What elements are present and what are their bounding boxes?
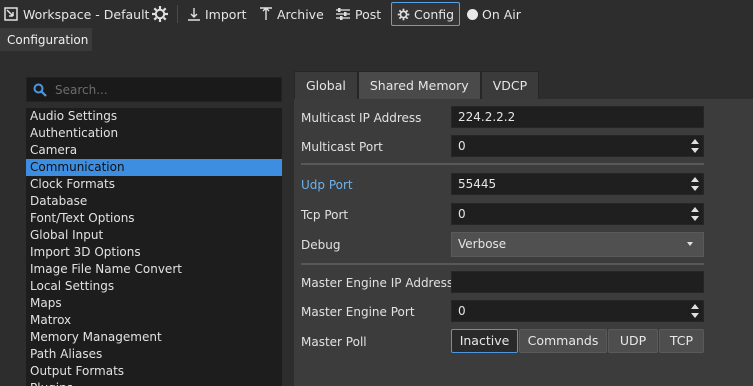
workspace-label: Workspace - Default bbox=[23, 6, 150, 22]
master-ip-label: Master Engine IP Address bbox=[301, 276, 454, 290]
multicast-ip-label: Multicast IP Address bbox=[301, 111, 422, 125]
main-toolbar: Workspace - Default Import Archive Post … bbox=[0, 0, 753, 28]
configuration-tab-label: Configuration bbox=[7, 32, 89, 47]
multicast-ip-value: 224.2.2.2 bbox=[458, 110, 516, 124]
post-button[interactable]: Post bbox=[335, 3, 381, 25]
category-item[interactable]: Image File Name Convert bbox=[26, 261, 282, 278]
category-item[interactable]: Clock Formats bbox=[26, 176, 282, 193]
master-poll-label: Master Poll bbox=[301, 335, 367, 349]
category-item[interactable]: Local Settings bbox=[26, 278, 282, 295]
debug-label: Debug bbox=[301, 238, 341, 252]
gear-icon bbox=[397, 8, 410, 21]
spin-arrows-icon[interactable] bbox=[691, 177, 699, 191]
category-item[interactable]: Plugins bbox=[26, 380, 282, 386]
multicast-port-spinbox[interactable]: 0 bbox=[451, 135, 704, 157]
archive-label: Archive bbox=[277, 6, 324, 22]
spin-arrows-icon[interactable] bbox=[691, 207, 699, 221]
archive-button[interactable]: Archive bbox=[259, 3, 324, 25]
workspace-button[interactable]: Workspace - Default bbox=[3, 3, 149, 25]
tcp-port-value: 0 bbox=[458, 207, 466, 221]
category-item[interactable]: Font/Text Options bbox=[26, 210, 282, 227]
config-label: Config bbox=[414, 6, 455, 22]
poll-commands-button[interactable]: Commands bbox=[519, 329, 607, 353]
multicast-port-value: 0 bbox=[458, 139, 466, 153]
shared-memory-panel: Multicast IP Address 224.2.2.2 Multicast… bbox=[294, 99, 753, 386]
import-button[interactable]: Import bbox=[187, 3, 247, 25]
master-port-label: Master Engine Port bbox=[301, 305, 415, 319]
tab-global[interactable]: Global bbox=[294, 71, 358, 99]
poll-udp-button[interactable]: UDP bbox=[608, 329, 658, 353]
poll-inactive-button[interactable]: Inactive bbox=[451, 329, 518, 353]
category-item[interactable]: Communication bbox=[26, 159, 282, 176]
settings-button[interactable] bbox=[151, 3, 169, 25]
udp-port-spinbox[interactable]: 55445 bbox=[451, 173, 704, 195]
post-label: Post bbox=[355, 6, 382, 22]
master-port-spinbox[interactable]: 0 bbox=[451, 300, 704, 322]
category-item[interactable]: Database bbox=[26, 193, 282, 210]
tab-vdcp[interactable]: VDCP bbox=[480, 71, 540, 99]
spin-arrows-icon[interactable] bbox=[691, 304, 699, 318]
tcp-port-label: Tcp Port bbox=[301, 208, 349, 222]
poll-tcp-button[interactable]: TCP bbox=[659, 329, 704, 353]
category-item[interactable]: Audio Settings bbox=[26, 108, 282, 125]
udp-port-value: 55445 bbox=[458, 177, 497, 191]
chevron-down-icon bbox=[687, 242, 693, 246]
category-item[interactable]: Memory Management bbox=[26, 329, 282, 346]
master-port-value: 0 bbox=[458, 304, 466, 318]
config-button[interactable]: Config bbox=[391, 2, 461, 26]
master-ip-field[interactable] bbox=[451, 271, 704, 293]
category-item[interactable]: Matrox bbox=[26, 312, 282, 329]
gear-icon bbox=[151, 5, 169, 23]
udp-port-label: Udp Port bbox=[301, 178, 353, 192]
debug-value: Verbose bbox=[458, 237, 507, 251]
multicast-ip-field[interactable]: 224.2.2.2 bbox=[451, 106, 704, 128]
category-item[interactable]: Maps bbox=[26, 295, 282, 312]
onair-button[interactable]: On Air bbox=[467, 3, 521, 25]
category-item[interactable]: Camera bbox=[26, 142, 282, 159]
tab-shared-memory[interactable]: Shared Memory bbox=[357, 71, 481, 99]
tcp-port-spinbox[interactable]: 0 bbox=[451, 203, 704, 225]
settings-tabs: Global Shared Memory VDCP bbox=[294, 71, 540, 99]
onair-indicator-icon bbox=[467, 8, 478, 20]
search-box bbox=[26, 77, 282, 102]
category-item[interactable]: Output Formats bbox=[26, 363, 282, 380]
category-list: Audio Settings Authentication Camera Commun… bbox=[26, 108, 282, 386]
toolbar-divider bbox=[177, 5, 178, 23]
configuration-tab[interactable]: Configuration bbox=[0, 28, 92, 51]
import-icon bbox=[187, 7, 201, 21]
sliders-icon bbox=[335, 7, 351, 21]
section-divider bbox=[301, 163, 704, 165]
category-item[interactable]: Path Aliases bbox=[26, 346, 282, 363]
category-item[interactable]: Global Input bbox=[26, 227, 282, 244]
category-item[interactable]: Import 3D Options bbox=[26, 244, 282, 261]
section-divider bbox=[301, 263, 704, 265]
archive-icon bbox=[259, 7, 273, 21]
multicast-port-label: Multicast Port bbox=[301, 140, 383, 154]
search-icon bbox=[33, 83, 47, 97]
onair-label: On Air bbox=[482, 6, 521, 22]
import-label: Import bbox=[205, 6, 247, 22]
workspace-icon bbox=[3, 6, 19, 22]
debug-dropdown[interactable]: Verbose bbox=[451, 232, 704, 257]
spin-arrows-icon[interactable] bbox=[691, 139, 699, 153]
search-input[interactable] bbox=[53, 81, 257, 98]
category-item[interactable]: Authentication bbox=[26, 125, 282, 142]
